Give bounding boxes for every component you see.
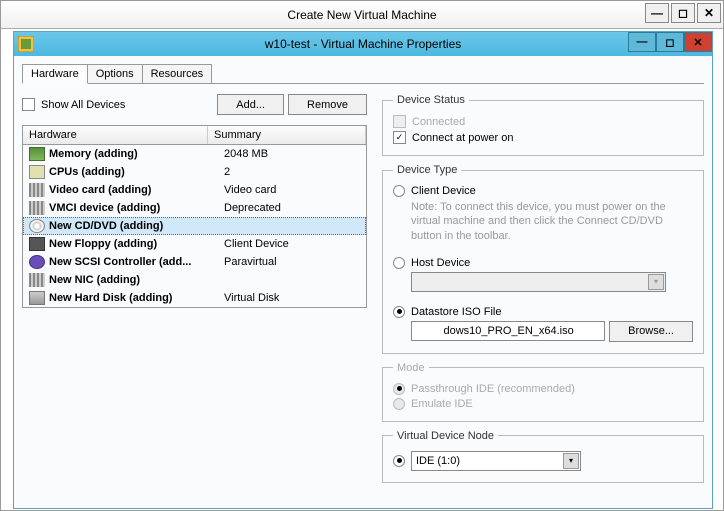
outer-window-controls: — ◻ ✕ <box>645 3 721 23</box>
outer-titlebar: Create New Virtual Machine — ◻ ✕ <box>1 1 723 29</box>
client-device-label: Client Device <box>411 185 476 197</box>
emulate-radio <box>393 398 405 410</box>
tab-options[interactable]: Options <box>87 64 143 84</box>
outer-window: Create New Virtual Machine — ◻ ✕ w10-tes… <box>0 0 724 511</box>
table-row[interactable]: Memory (adding)2048 MB <box>23 145 366 163</box>
hw-summary: Virtual Disk <box>224 292 362 304</box>
hardware-table-body: Memory (adding)2048 MBCPUs (adding)2Vide… <box>23 145 366 307</box>
chevron-down-icon[interactable]: ▾ <box>563 453 579 469</box>
outer-title-text: Create New Virtual Machine <box>287 8 436 22</box>
table-row[interactable]: New Hard Disk (adding)Virtual Disk <box>23 289 366 307</box>
hw-summary: Paravirtual <box>224 256 362 268</box>
mode-legend: Mode <box>393 362 429 374</box>
hw-name: Video card (adding) <box>49 184 224 196</box>
table-row[interactable]: New SCSI Controller (add...Paravirtual <box>23 253 366 271</box>
inner-window: w10-test - Virtual Machine Properties — … <box>13 31 713 509</box>
table-row[interactable]: CPUs (adding)2 <box>23 163 366 181</box>
device-icon <box>29 255 45 269</box>
inner-body: Hardware Options Resources Show All Devi… <box>14 56 712 508</box>
virtual-device-node-group: Virtual Device Node IDE (1:0) ▾ <box>382 430 704 483</box>
vnode-legend: Virtual Device Node <box>393 430 498 442</box>
vnode-radio[interactable] <box>393 455 405 467</box>
table-row[interactable]: New CD/DVD (adding) <box>23 217 366 235</box>
vsphere-icon <box>18 36 34 52</box>
tabs: Hardware Options Resources <box>22 64 704 84</box>
iso-path-value: dows10_PRO_EN_x64.iso <box>444 325 574 337</box>
show-all-devices-label: Show All Devices <box>41 99 213 111</box>
device-icon <box>29 291 45 305</box>
device-status-group: Device Status Connected Connect at power… <box>382 94 704 156</box>
hw-name: New Floppy (adding) <box>49 238 224 250</box>
hw-name: CPUs (adding) <box>49 166 224 178</box>
mode-group: Mode Passthrough IDE (recommended) Emula… <box>382 362 704 422</box>
client-device-note: Note: To connect this device, you must p… <box>411 200 693 243</box>
device-type-group: Device Type Client Device Note: To conne… <box>382 164 704 354</box>
hw-name: New SCSI Controller (add... <box>49 256 224 268</box>
hw-summary: 2 <box>224 166 362 178</box>
left-column: Show All Devices Add... Remove Hardware … <box>22 94 367 491</box>
hw-name: New CD/DVD (adding) <box>49 220 224 232</box>
table-row[interactable]: New Floppy (adding)Client Device <box>23 235 366 253</box>
table-row[interactable]: New NIC (adding) <box>23 271 366 289</box>
device-icon <box>29 237 45 251</box>
host-device-label: Host Device <box>411 257 470 269</box>
left-top-row: Show All Devices Add... Remove <box>22 94 367 115</box>
hw-summary: Client Device <box>224 238 362 250</box>
add-button[interactable]: Add... <box>217 94 284 115</box>
inner-title-text: w10-test - Virtual Machine Properties <box>265 37 462 51</box>
tab-hardware[interactable]: Hardware <box>22 64 88 84</box>
connect-at-power-on-checkbox[interactable] <box>393 131 406 144</box>
table-row[interactable]: VMCI device (adding)Deprecated <box>23 199 366 217</box>
hw-summary: Deprecated <box>224 202 362 214</box>
hw-summary: Video card <box>224 184 362 196</box>
inner-titlebar: w10-test - Virtual Machine Properties — … <box>14 32 712 56</box>
iso-path-input[interactable]: xxxxxdows10_PRO_EN_x64.iso <box>411 321 605 341</box>
host-device-radio[interactable] <box>393 257 405 269</box>
chevron-down-icon: ▾ <box>648 274 664 290</box>
minimize-button[interactable]: — <box>645 3 669 23</box>
passthrough-radio <box>393 383 405 395</box>
connected-checkbox <box>393 115 406 128</box>
hw-name: New NIC (adding) <box>49 274 224 286</box>
close-button[interactable]: ✕ <box>697 3 721 23</box>
content: Show All Devices Add... Remove Hardware … <box>22 94 704 491</box>
client-device-radio[interactable] <box>393 185 405 197</box>
vnode-combo[interactable]: IDE (1:0) ▾ <box>411 451 581 471</box>
device-icon <box>29 273 45 287</box>
device-icon <box>29 219 45 233</box>
hw-name: Memory (adding) <box>49 148 224 160</box>
maximize-button[interactable]: ◻ <box>671 3 695 23</box>
remove-button[interactable]: Remove <box>288 94 367 115</box>
device-type-legend: Device Type <box>393 164 461 176</box>
datastore-iso-label: Datastore ISO File <box>411 306 501 318</box>
inner-maximize-button[interactable]: ◻ <box>656 32 684 52</box>
inner-window-controls: — ◻ ✕ <box>628 32 712 52</box>
datastore-iso-radio[interactable] <box>393 306 405 318</box>
device-status-legend: Device Status <box>393 94 469 106</box>
passthrough-label: Passthrough IDE (recommended) <box>411 383 575 395</box>
connected-label: Connected <box>412 116 465 128</box>
vnode-value: IDE (1:0) <box>416 455 460 467</box>
inner-minimize-button[interactable]: — <box>628 32 656 52</box>
device-icon <box>29 183 45 197</box>
table-row[interactable]: Video card (adding)Video card <box>23 181 366 199</box>
tab-resources[interactable]: Resources <box>142 64 213 84</box>
hw-summary: 2048 MB <box>224 148 362 160</box>
hardware-table: Hardware Summary Memory (adding)2048 MBC… <box>22 125 367 308</box>
device-icon <box>29 147 45 161</box>
right-column: Device Status Connected Connect at power… <box>377 94 704 491</box>
device-icon <box>29 201 45 215</box>
device-icon <box>29 165 45 179</box>
host-device-combo: ▾ <box>411 272 666 292</box>
col-summary[interactable]: Summary <box>208 126 366 144</box>
browse-button[interactable]: Browse... <box>609 321 693 342</box>
hw-name: VMCI device (adding) <box>49 202 224 214</box>
col-hardware[interactable]: Hardware <box>23 126 208 144</box>
emulate-label: Emulate IDE <box>411 398 473 410</box>
hw-name: New Hard Disk (adding) <box>49 292 224 304</box>
connect-at-power-on-label: Connect at power on <box>412 132 514 144</box>
inner-close-button[interactable]: ✕ <box>684 32 712 52</box>
hardware-table-header: Hardware Summary <box>23 126 366 145</box>
show-all-devices-checkbox[interactable] <box>22 98 35 111</box>
